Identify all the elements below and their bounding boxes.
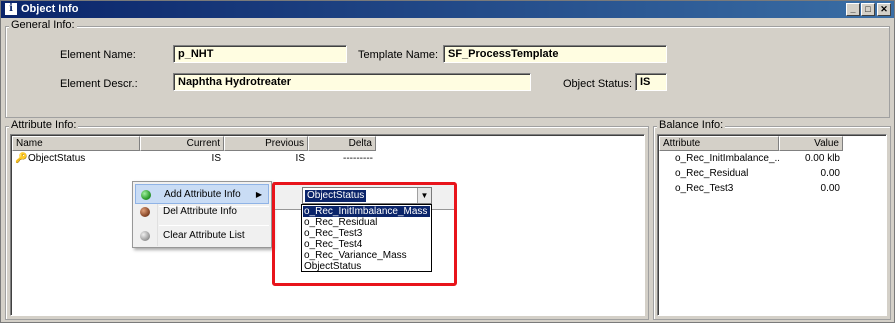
info-icon: i <box>5 3 17 15</box>
column-value[interactable]: Value <box>779 136 843 151</box>
dropdown-option[interactable]: o_Rec_Test3 <box>303 228 430 239</box>
dropdown-option[interactable]: o_Rec_Residual <box>303 217 430 228</box>
attribute-combo-value: ObjectStatus <box>305 190 367 202</box>
element-descr-label: Element Descr.: <box>60 78 138 90</box>
attribute-combo[interactable]: ObjectStatus ▼ <box>302 187 432 204</box>
menu-item-clear-attribute-list[interactable]: Clear Attribute List <box>135 226 269 246</box>
menu-item-label: Del Attribute Info <box>163 206 237 217</box>
table-row[interactable]: 🔑 ObjectStatus IS IS --------- <box>12 151 376 166</box>
element-name-field[interactable]: p_NHT <box>173 45 347 63</box>
attribute-info-label: Attribute Info: <box>9 119 79 131</box>
element-name-label: Element Name: <box>60 49 136 61</box>
object-info-window: i Object Info _ □ ✕ General Info: Elemen… <box>0 0 895 323</box>
object-status-field[interactable]: IS <box>635 73 667 91</box>
attribute-previous: IS <box>295 153 305 164</box>
dropdown-option[interactable]: o_Rec_Test4 <box>303 239 430 250</box>
chevron-down-icon[interactable]: ▼ <box>417 188 431 203</box>
menu-item-label: Clear Attribute List <box>163 230 245 241</box>
template-name-label: Template Name: <box>358 49 439 61</box>
close-button[interactable]: ✕ <box>877 3 891 16</box>
table-row[interactable]: o_Rec_Test3 0.00 <box>659 181 843 196</box>
context-menu: Add Attribute Info ▶ Del Attribute Info … <box>132 181 272 248</box>
column-current[interactable]: Current <box>140 136 224 151</box>
attribute-name: ObjectStatus <box>28 153 86 164</box>
menu-item-add-attribute-info[interactable]: Add Attribute Info ▶ <box>135 184 269 204</box>
table-row[interactable]: o_Rec_InitImbalance_... 0.00 klb <box>659 151 843 166</box>
element-descr-field[interactable]: Naphtha Hydrotreater <box>173 73 531 91</box>
dropdown-option[interactable]: o_Rec_Variance_Mass <box>303 250 430 261</box>
green-ball-icon <box>141 190 151 200</box>
object-status-label: Object Status: <box>563 78 633 90</box>
menu-item-del-attribute-info[interactable]: Del Attribute Info <box>135 202 269 222</box>
title-bar: i Object Info _ □ ✕ <box>1 1 894 18</box>
maximize-button[interactable]: □ <box>861 3 875 16</box>
column-name[interactable]: Name <box>12 136 140 151</box>
balance-value: 0.00 klb <box>804 153 840 164</box>
general-info-group <box>5 26 890 118</box>
general-info-label: General Info: <box>9 19 77 31</box>
column-attribute[interactable]: Attribute <box>659 136 779 151</box>
balance-attribute: o_Rec_Test3 <box>675 183 734 194</box>
balance-attribute: o_Rec_InitImbalance_... <box>675 153 779 164</box>
balance-list[interactable]: Attribute Value o_Rec_InitImbalance_... … <box>657 134 887 316</box>
dropdown-option[interactable]: ObjectStatus <box>303 261 430 272</box>
window-title: Object Info <box>21 3 79 15</box>
minimize-button[interactable]: _ <box>846 3 860 16</box>
balance-info-label: Balance Info: <box>657 119 726 131</box>
balance-value: 0.00 <box>820 168 840 179</box>
template-name-field[interactable]: SF_ProcessTemplate <box>443 45 667 63</box>
dropdown-option[interactable]: o_Rec_InitImbalance_Mass <box>303 206 430 217</box>
attribute-current: IS <box>211 153 221 164</box>
attribute-dropdown-list[interactable]: o_Rec_InitImbalance_Mass o_Rec_Residual … <box>301 204 432 272</box>
balance-list-header: Attribute Value <box>659 136 843 151</box>
attribute-delta: --------- <box>343 153 373 164</box>
brown-ball-icon <box>140 207 150 217</box>
balance-value: 0.00 <box>820 183 840 194</box>
column-delta[interactable]: Delta <box>308 136 376 151</box>
attribute-list-header: Name Current Previous Delta <box>12 136 376 151</box>
key-icon: 🔑 <box>15 153 28 164</box>
column-previous[interactable]: Previous <box>224 136 308 151</box>
gray-ball-icon <box>140 231 150 241</box>
table-row[interactable]: o_Rec_Residual 0.00 <box>659 166 843 181</box>
balance-attribute: o_Rec_Residual <box>675 168 749 179</box>
